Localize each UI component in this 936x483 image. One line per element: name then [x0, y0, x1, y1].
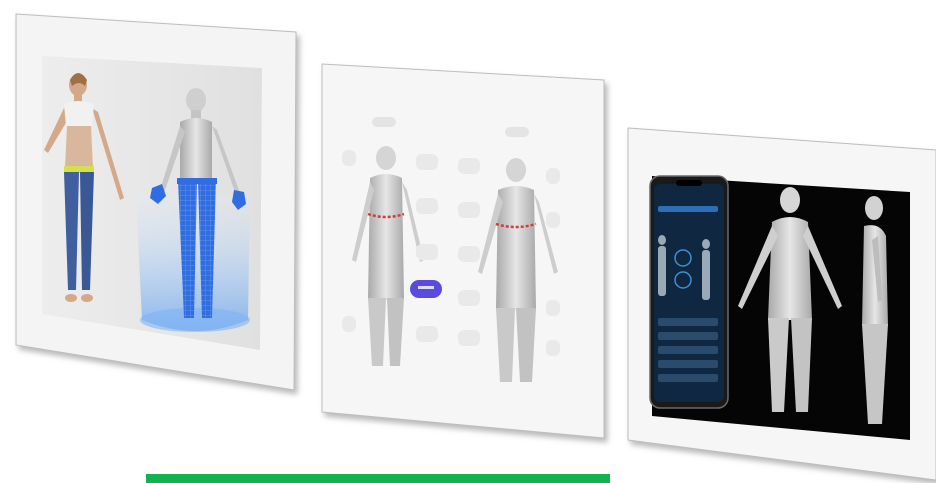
- toggle-right: [505, 127, 529, 137]
- panel-scan-photo-vs-model: [15, 13, 297, 391]
- phone-icon: [649, 175, 729, 409]
- panel-measurement-comparison: [321, 63, 605, 439]
- accent-bar: [146, 474, 610, 483]
- toggle-left: [372, 117, 396, 127]
- panel-phone-app-3d-body: [627, 127, 936, 481]
- scene: [15, 13, 936, 483]
